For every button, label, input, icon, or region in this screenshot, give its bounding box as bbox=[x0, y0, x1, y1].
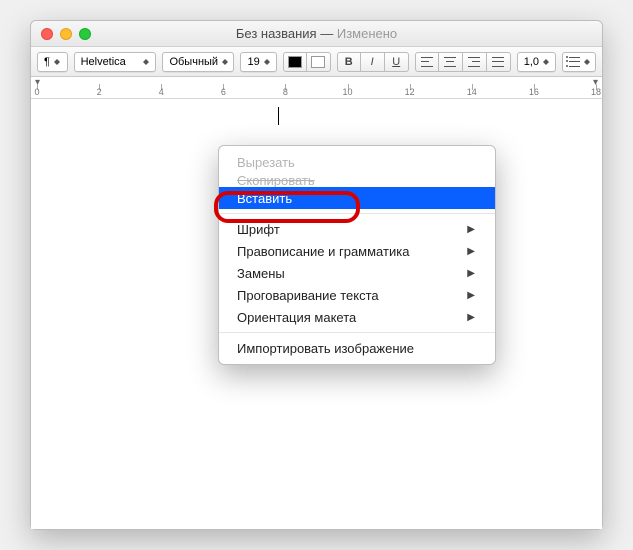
align-right-icon bbox=[468, 57, 480, 67]
paragraph-style-label: ¶ bbox=[44, 56, 50, 68]
chevron-updown-icon bbox=[584, 57, 591, 67]
bold-label: B bbox=[345, 56, 353, 68]
text-cursor bbox=[278, 107, 279, 125]
menu-item-font[interactable]: Шрифт ▶ bbox=[219, 218, 495, 240]
menu-item-paste[interactable]: Вставить bbox=[219, 187, 495, 209]
underline-button[interactable]: U bbox=[385, 52, 409, 72]
underline-label: U bbox=[392, 56, 400, 68]
submenu-arrow-icon: ▶ bbox=[467, 224, 475, 235]
align-center-icon bbox=[444, 57, 456, 67]
ruler[interactable]: ▾ ▾ 024681012141618 bbox=[31, 77, 602, 99]
menu-item-substitutions[interactable]: Замены ▶ bbox=[219, 262, 495, 284]
menu-item-spelling[interactable]: Правописание и грамматика ▶ bbox=[219, 240, 495, 262]
italic-label: I bbox=[371, 56, 374, 68]
paragraph-style-select[interactable]: ¶ bbox=[37, 52, 68, 72]
ruler-tick-label: 16 bbox=[529, 87, 539, 97]
document-name: Без названия bbox=[236, 26, 317, 41]
menu-item-layout[interactable]: Ориентация макета ▶ bbox=[219, 306, 495, 328]
ruler-tick-label: 14 bbox=[467, 87, 477, 97]
chevron-updown-icon bbox=[222, 57, 229, 67]
ruler-tick-label: 6 bbox=[221, 87, 226, 97]
menu-item-label: Проговаривание текста bbox=[237, 288, 379, 303]
menu-separator bbox=[219, 213, 495, 214]
ruler-tick-label: 8 bbox=[283, 87, 288, 97]
submenu-arrow-icon: ▶ bbox=[467, 268, 475, 279]
ruler-tick-label: 12 bbox=[405, 87, 415, 97]
align-right-button[interactable] bbox=[463, 52, 487, 72]
list-icon bbox=[569, 57, 580, 67]
menu-separator bbox=[219, 332, 495, 333]
chevron-updown-icon bbox=[54, 57, 62, 67]
text-color-button[interactable] bbox=[283, 52, 307, 72]
ruler-tick-label: 2 bbox=[97, 87, 102, 97]
modified-indicator: Изменено bbox=[337, 26, 397, 41]
menu-item-label: Шрифт bbox=[237, 222, 280, 237]
line-spacing-label: 1,0 bbox=[524, 56, 539, 68]
menu-item-label: Вставить bbox=[237, 191, 292, 206]
menu-item-copy: Скопировать bbox=[219, 173, 495, 187]
ruler-tick-label: 10 bbox=[343, 87, 353, 97]
bold-button[interactable]: B bbox=[337, 52, 361, 72]
menu-item-cut: Вырезать bbox=[219, 151, 495, 173]
align-justify-icon bbox=[492, 57, 504, 67]
font-weight-select[interactable]: Обычный bbox=[162, 52, 234, 72]
align-center-button[interactable] bbox=[439, 52, 463, 72]
background-color-button[interactable] bbox=[307, 52, 331, 72]
list-style-select[interactable] bbox=[562, 52, 596, 72]
submenu-arrow-icon: ▶ bbox=[467, 246, 475, 257]
align-left-icon bbox=[421, 57, 433, 67]
ruler-tick-label: 0 bbox=[34, 87, 39, 97]
submenu-arrow-icon: ▶ bbox=[467, 290, 475, 301]
title-sep: — bbox=[317, 26, 337, 41]
menu-item-label: Скопировать bbox=[237, 173, 315, 187]
menu-item-label: Правописание и грамматика bbox=[237, 244, 409, 259]
ruler-tick-label: 4 bbox=[159, 87, 164, 97]
context-menu: Вырезать Скопировать Вставить Шрифт ▶ Пра… bbox=[218, 145, 496, 365]
menu-item-label: Импортировать изображение bbox=[237, 341, 414, 356]
alignment-group bbox=[415, 52, 511, 72]
font-family-select[interactable]: Helvetica bbox=[74, 52, 157, 72]
chevron-updown-icon bbox=[543, 57, 551, 67]
swatch-white-icon bbox=[311, 56, 325, 68]
titlebar: Без названия — Изменено bbox=[31, 21, 602, 47]
line-spacing-select[interactable]: 1,0 bbox=[517, 52, 556, 72]
menu-item-import-image[interactable]: Импортировать изображение bbox=[219, 337, 495, 359]
window-title: Без названия — Изменено bbox=[31, 26, 602, 41]
font-size-select[interactable]: 19 bbox=[240, 52, 276, 72]
align-left-button[interactable] bbox=[415, 52, 439, 72]
menu-item-label: Вырезать bbox=[237, 155, 295, 170]
toolbar: ¶ Helvetica Обычный 19 B I U bbox=[31, 47, 602, 77]
text-style-group: B I U bbox=[337, 52, 409, 72]
menu-item-label: Замены bbox=[237, 266, 285, 281]
italic-button[interactable]: I bbox=[361, 52, 385, 72]
font-family-label: Helvetica bbox=[81, 56, 126, 68]
align-justify-button[interactable] bbox=[487, 52, 511, 72]
submenu-arrow-icon: ▶ bbox=[467, 312, 475, 323]
font-weight-label: Обычный bbox=[169, 56, 218, 68]
menu-item-speech[interactable]: Проговаривание текста ▶ bbox=[219, 284, 495, 306]
ruler-tick-label: 18 bbox=[591, 87, 601, 97]
font-size-label: 19 bbox=[247, 56, 259, 68]
chevron-updown-icon bbox=[143, 57, 151, 67]
color-swatches bbox=[283, 52, 331, 72]
swatch-black-icon bbox=[288, 56, 302, 68]
menu-item-label: Ориентация макета bbox=[237, 310, 356, 325]
chevron-updown-icon bbox=[264, 57, 272, 67]
